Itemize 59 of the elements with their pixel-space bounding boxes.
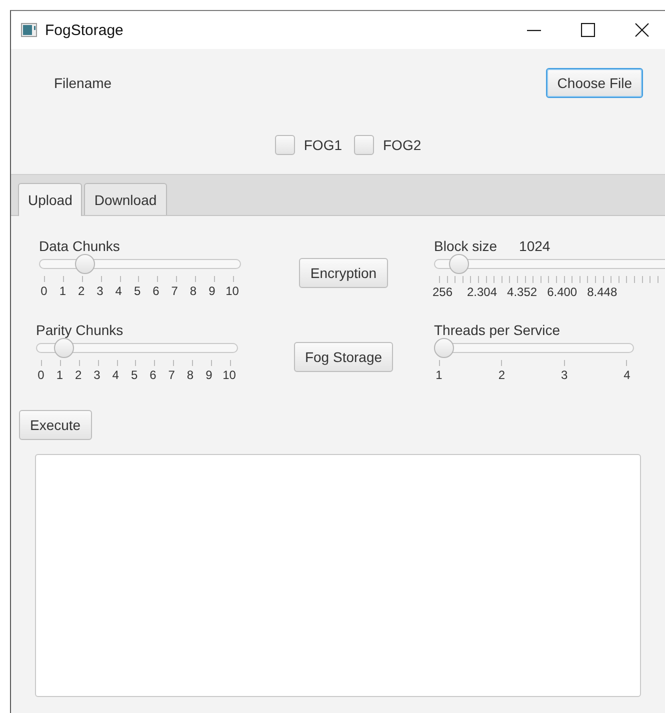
checkbox-label: FOG2 <box>383 137 422 153</box>
slider-label: Block size <box>434 238 498 254</box>
tick-label: 6 <box>152 284 160 298</box>
checkbox[interactable] <box>354 135 374 155</box>
tick-label: 0 <box>36 368 46 382</box>
output-area[interactable] <box>35 454 641 697</box>
tick-label: 0 <box>40 284 48 298</box>
tick-label: 2.304 <box>467 285 498 299</box>
tick-label: 7 <box>167 368 176 382</box>
slider-thumb[interactable] <box>434 338 454 358</box>
tick-label: 3 <box>96 284 104 298</box>
tick-label: 7 <box>170 284 179 298</box>
tab[interactable]: Upload <box>18 183 82 216</box>
tick-label: 2 <box>497 368 506 382</box>
maximize-icon[interactable] <box>581 23 595 37</box>
slider-thumb[interactable] <box>75 254 95 274</box>
slider-track[interactable] <box>36 338 238 358</box>
tick-label: 4.352 <box>507 285 538 299</box>
slider-value: 1024 <box>519 238 550 254</box>
close-icon[interactable] <box>635 23 649 37</box>
choose-file-button[interactable]: Choose File <box>546 68 643 98</box>
tick-label: 256 <box>431 285 454 299</box>
tab[interactable]: Download <box>84 183 167 215</box>
tick-label: 4 <box>622 368 632 382</box>
tick-label: 1 <box>58 284 67 298</box>
tick-label: 8 <box>186 368 195 382</box>
tick-label: 1 <box>434 368 444 382</box>
slider-label: Data Chunks <box>39 238 120 254</box>
filename-label: Filename <box>54 74 112 90</box>
action-button[interactable]: Fog Storage <box>294 342 394 372</box>
tick-label: 6 <box>148 368 158 382</box>
tick-label: 10 <box>222 368 236 382</box>
tick-label: 9 <box>204 368 214 382</box>
tick-label: 9 <box>208 284 216 298</box>
tick-label: 10 <box>226 284 239 298</box>
tick-label: 2 <box>76 284 86 298</box>
window-title: FogStorage <box>45 22 124 38</box>
tick-label: 3 <box>92 368 102 382</box>
tick-label: 1 <box>55 368 64 382</box>
slider-track[interactable] <box>39 254 241 274</box>
tick-label: 2 <box>74 368 83 382</box>
slider-track[interactable] <box>434 338 634 358</box>
slider-thumb[interactable] <box>54 338 74 358</box>
action-button[interactable]: Encryption <box>299 258 388 288</box>
tick-label: 8 <box>188 284 198 298</box>
checkbox[interactable] <box>274 135 295 155</box>
slider-label: Threads per Service <box>434 322 560 338</box>
slider-thumb[interactable] <box>449 254 470 274</box>
app-icon <box>21 23 37 37</box>
tick-label: 5 <box>132 284 142 298</box>
tick-label: 4 <box>111 368 120 382</box>
tick-label: 5 <box>130 368 139 382</box>
tick-label: 4 <box>114 284 123 298</box>
tick-label: 3 <box>560 368 569 382</box>
slider-label: Parity Chunks <box>36 322 124 338</box>
execute-button[interactable]: Execute <box>19 410 92 440</box>
checkbox-label: FOG1 <box>304 137 342 153</box>
tick-label: 8.448 <box>587 285 618 299</box>
tick-label: 6.400 <box>547 285 578 299</box>
